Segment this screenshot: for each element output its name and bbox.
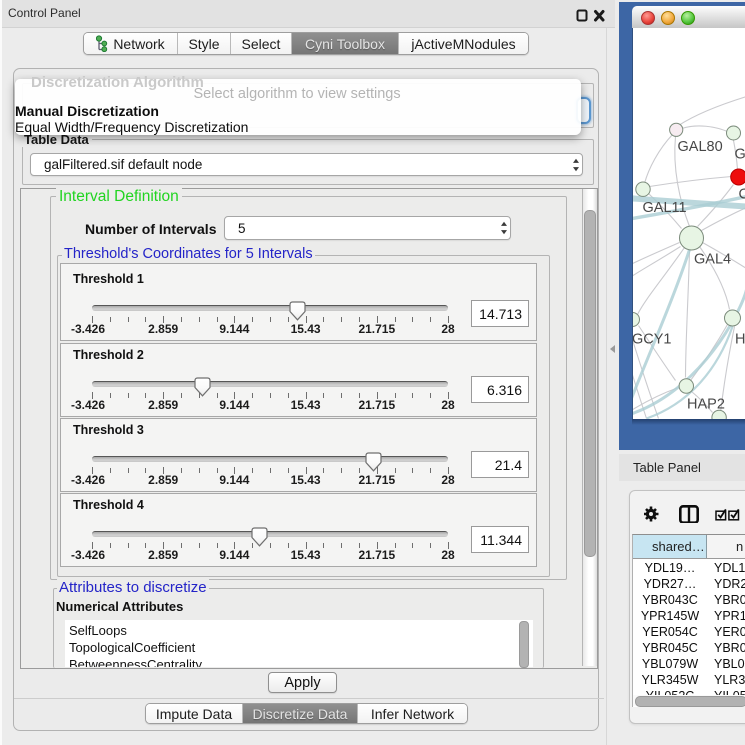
svg-text:GAL4: GAL4 [694, 252, 731, 268]
svg-text:GAL11: GAL11 [642, 200, 686, 216]
svg-text:C: C [738, 187, 745, 203]
svg-text:HAP2: HAP2 [687, 397, 725, 413]
svg-text:GAL80: GAL80 [677, 139, 722, 155]
svg-text:GCY1: GCY1 [633, 332, 672, 348]
svg-text:G: G [734, 147, 745, 163]
svg-text:H: H [735, 332, 745, 348]
